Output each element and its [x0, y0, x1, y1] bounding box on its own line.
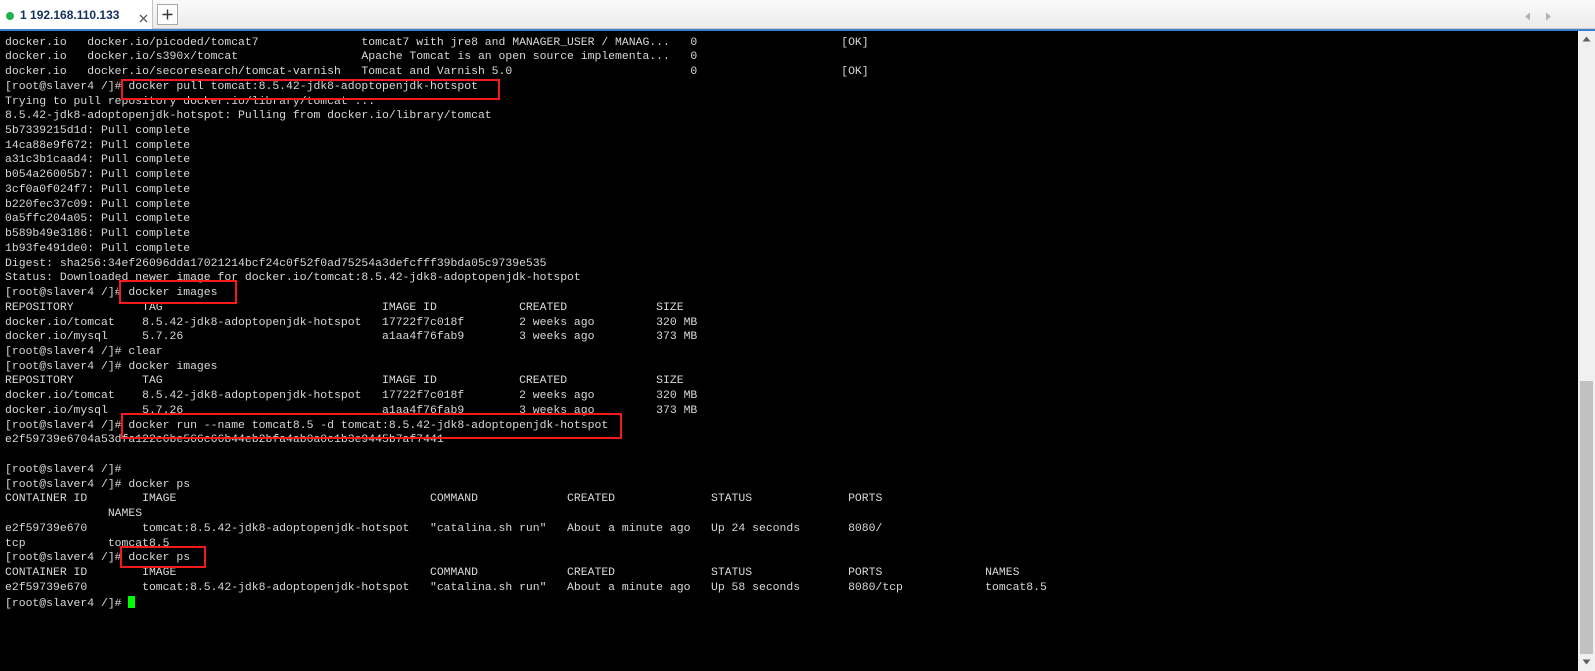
line-text: [root@slaver4 /]# — [5, 462, 122, 476]
line-text: [root@slaver4 /]# — [5, 596, 129, 610]
output-line: e2f59739e670 tomcat:8.5.42-jdk8-adoptope… — [5, 522, 1047, 537]
output-line: NAMES — [5, 507, 1047, 522]
session-tab-label: 1 192.168.110.133 — [20, 8, 119, 22]
line-text: 14ca88e9f672: Pull complete — [5, 138, 191, 152]
command-line: [root@slaver4 /]# docker pull tomcat:8.5… — [5, 80, 1047, 95]
line-text: e2f59739e670 tomcat:8.5.42-jdk8-adoptope… — [5, 521, 883, 535]
line-text: [root@slaver4 /]# docker ps — [5, 551, 191, 565]
line-text: Status: Downloaded newer image for docke… — [5, 271, 581, 285]
tab-bar: 1 192.168.110.133 — [0, 0, 1595, 29]
arrow-up-icon[interactable] — [1578, 31, 1595, 48]
new-tab-button[interactable] — [157, 4, 178, 25]
output-line: tcp tomcat8.5 — [5, 537, 1047, 552]
output-line: 0a5ffc204a05: Pull complete — [5, 212, 1047, 227]
line-text: [root@slaver4 /]# docker pull tomcat:8.5… — [5, 79, 478, 93]
output-line: CONTAINER ID IMAGE COMMAND CREATED STATU… — [5, 492, 1047, 507]
session-tab-host: 192.168.110.133 — [30, 8, 120, 22]
output-line: docker.io docker.io/s390x/tomcat Apache … — [5, 50, 1047, 65]
command-line: [root@slaver4 /]# docker images — [5, 286, 1047, 301]
line-text: Trying to pull repository docker.io/libr… — [5, 94, 376, 108]
chevron-left-icon[interactable] — [1523, 9, 1533, 21]
line-text: docker.io/mysql 5.7.26 a1aa4f76fab9 3 we… — [5, 330, 698, 344]
output-line: b054a26005b7: Pull complete — [5, 168, 1047, 183]
line-text: 1b93fe491de0: Pull complete — [5, 241, 191, 255]
line-text: e2f59739e6704a53dfa122c6be566c66b44eb2bf… — [5, 433, 444, 447]
output-line: e2f59739e670 tomcat:8.5.42-jdk8-adoptope… — [5, 581, 1047, 596]
line-text: Digest: sha256:34ef26096dda17021214bcf24… — [5, 256, 547, 270]
command-line: [root@slaver4 /]# docker ps — [5, 551, 1047, 566]
line-text: e2f59739e670 tomcat:8.5.42-jdk8-adoptope… — [5, 580, 1047, 594]
output-line: CONTAINER ID IMAGE COMMAND CREATED STATU… — [5, 566, 1047, 581]
line-text: docker.io docker.io/s390x/tomcat Apache … — [5, 50, 698, 64]
line-text: b054a26005b7: Pull complete — [5, 168, 191, 182]
arrow-down-icon[interactable] — [1578, 654, 1595, 671]
output-line: docker.io/tomcat 8.5.42-jdk8-adoptopenjd… — [5, 389, 1047, 404]
output-line: docker.io docker.io/picoded/tomcat7 tomc… — [5, 36, 1047, 51]
line-text: 3cf0a0f024f7: Pull complete — [5, 182, 191, 196]
terminal-screen[interactable]: docker.io docker.io/picoded/tomcat7 tomc… — [0, 31, 1578, 671]
scrollbar-thumb[interactable] — [1580, 381, 1593, 654]
line-text: b589b49e3186: Pull complete — [5, 227, 191, 241]
text-cursor — [128, 595, 136, 608]
line-text: [root@slaver4 /]# docker ps — [5, 477, 191, 491]
line-text: REPOSITORY TAG IMAGE ID CREATED SIZE — [5, 374, 684, 388]
session-tab-number: 1 — [20, 8, 27, 22]
output-line: e2f59739e6704a53dfa122c6be566c66b44eb2bf… — [5, 433, 1047, 448]
command-line: [root@slaver4 /]# — [5, 595, 1047, 611]
line-text: docker.io/mysql 5.7.26 a1aa4f76fab9 3 we… — [5, 403, 698, 417]
output-line: 5b7339215d1d: Pull complete — [5, 124, 1047, 139]
output-line: docker.io docker.io/secoresearch/tomcat-… — [5, 65, 1047, 80]
command-line: [root@slaver4 /]# clear — [5, 345, 1047, 360]
output-line: docker.io/mysql 5.7.26 a1aa4f76fab9 3 we… — [5, 330, 1047, 345]
output-line: REPOSITORY TAG IMAGE ID CREATED SIZE — [5, 374, 1047, 389]
line-text: 8.5.42-jdk8-adoptopenjdk-hotspot: Pullin… — [5, 109, 492, 123]
connected-status-icon — [6, 12, 14, 20]
close-icon[interactable] — [139, 10, 148, 23]
output-line: b589b49e3186: Pull complete — [5, 227, 1047, 242]
output-line: Trying to pull repository docker.io/libr… — [5, 95, 1047, 110]
line-text: CONTAINER ID IMAGE COMMAND CREATED STATU… — [5, 492, 883, 506]
command-line: [root@slaver4 /]# docker run --name tomc… — [5, 419, 1047, 434]
session-tab[interactable]: 1 192.168.110.133 — [0, 0, 153, 29]
output-line: docker.io/mysql 5.7.26 a1aa4f76fab9 3 we… — [5, 404, 1047, 419]
line-text: docker.io/tomcat 8.5.42-jdk8-adoptopenjd… — [5, 389, 698, 403]
output-line: Status: Downloaded newer image for docke… — [5, 271, 1047, 286]
output-line: 14ca88e9f672: Pull complete — [5, 139, 1047, 154]
line-text: 5b7339215d1d: Pull complete — [5, 124, 191, 137]
output-line: docker.io/tomcat 8.5.42-jdk8-adoptopenjd… — [5, 316, 1047, 331]
command-line: [root@slaver4 /]# — [5, 463, 1047, 478]
terminal-window: 1 192.168.110.133 docker.io docker.io/pi… — [0, 0, 1595, 671]
line-text: tcp tomcat8.5 — [5, 536, 170, 550]
line-text: [root@slaver4 /]# docker images — [5, 359, 218, 373]
output-line: Digest: sha256:34ef26096dda17021214bcf24… — [5, 257, 1047, 272]
line-text: CONTAINER ID IMAGE COMMAND CREATED STATU… — [5, 566, 1020, 580]
output-line: b220fec37c09: Pull complete — [5, 198, 1047, 213]
line-text: [root@slaver4 /]# docker run --name tomc… — [5, 418, 609, 432]
output-line: a31c3b1caad4: Pull complete — [5, 153, 1047, 168]
chevron-right-icon[interactable] — [1543, 9, 1553, 21]
line-text: 0a5ffc204a05: Pull complete — [5, 212, 191, 226]
command-line: [root@slaver4 /]# docker images — [5, 360, 1047, 375]
line-text: [root@slaver4 /]# clear — [5, 345, 163, 359]
line-text: [root@slaver4 /]# docker images — [5, 286, 218, 300]
line-text: docker.io docker.io/picoded/tomcat7 tomc… — [5, 35, 869, 49]
line-text: docker.io docker.io/secoresearch/tomcat-… — [5, 65, 869, 79]
vertical-scrollbar[interactable] — [1578, 31, 1595, 671]
output-line: REPOSITORY TAG IMAGE ID CREATED SIZE — [5, 301, 1047, 316]
terminal-output: docker.io docker.io/picoded/tomcat7 tomc… — [5, 36, 1047, 611]
output-line: 3cf0a0f024f7: Pull complete — [5, 183, 1047, 198]
output-line: 1b93fe491de0: Pull complete — [5, 242, 1047, 257]
line-text: NAMES — [5, 507, 143, 521]
command-line: [root@slaver4 /]# docker ps — [5, 478, 1047, 493]
line-text: b220fec37c09: Pull complete — [5, 197, 191, 211]
output-line: 8.5.42-jdk8-adoptopenjdk-hotspot: Pullin… — [5, 109, 1047, 124]
plus-icon — [162, 9, 173, 20]
line-text: a31c3b1caad4: Pull complete — [5, 153, 191, 167]
line-text: REPOSITORY TAG IMAGE ID CREATED SIZE — [5, 300, 684, 314]
line-text: docker.io/tomcat 8.5.42-jdk8-adoptopenjd… — [5, 315, 698, 329]
